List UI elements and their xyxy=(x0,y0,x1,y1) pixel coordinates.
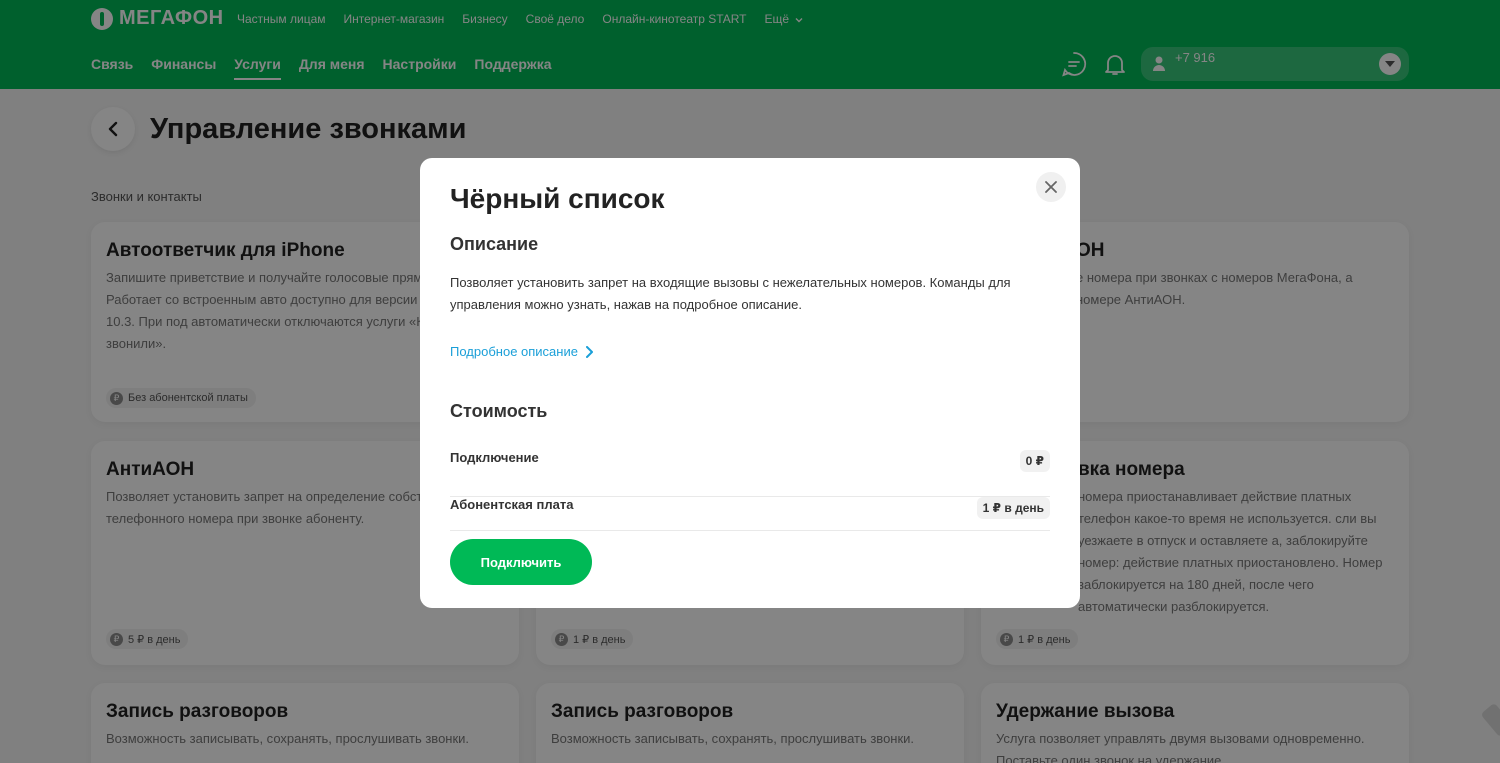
price-label: Абонентская плата xyxy=(450,497,574,512)
price-label: Подключение xyxy=(450,450,539,465)
price-value: 1 ₽ в день xyxy=(976,497,1050,519)
modal-title: Чёрный список xyxy=(450,183,665,214)
price-row-subscription: Абонентская плата 1 ₽ в день xyxy=(450,497,1050,531)
chevron-right-icon xyxy=(585,345,593,358)
modal-description: Позволяет установить запрет на входящие … xyxy=(450,275,1011,312)
details-link-label: Подробное описание xyxy=(450,344,578,359)
details-link[interactable]: Подробное описание xyxy=(450,344,593,359)
price-row-connection: Подключение 0 ₽ xyxy=(450,450,1050,497)
connect-button[interactable]: Подключить xyxy=(450,539,592,585)
description-heading: Описание xyxy=(450,234,539,254)
service-modal: Чёрный список Описание Позволяет установ… xyxy=(420,158,1080,608)
cost-heading: Стоимость xyxy=(450,401,548,421)
price-value: 0 ₽ xyxy=(1019,450,1050,472)
close-button[interactable] xyxy=(1036,172,1066,202)
close-icon xyxy=(1045,181,1057,193)
